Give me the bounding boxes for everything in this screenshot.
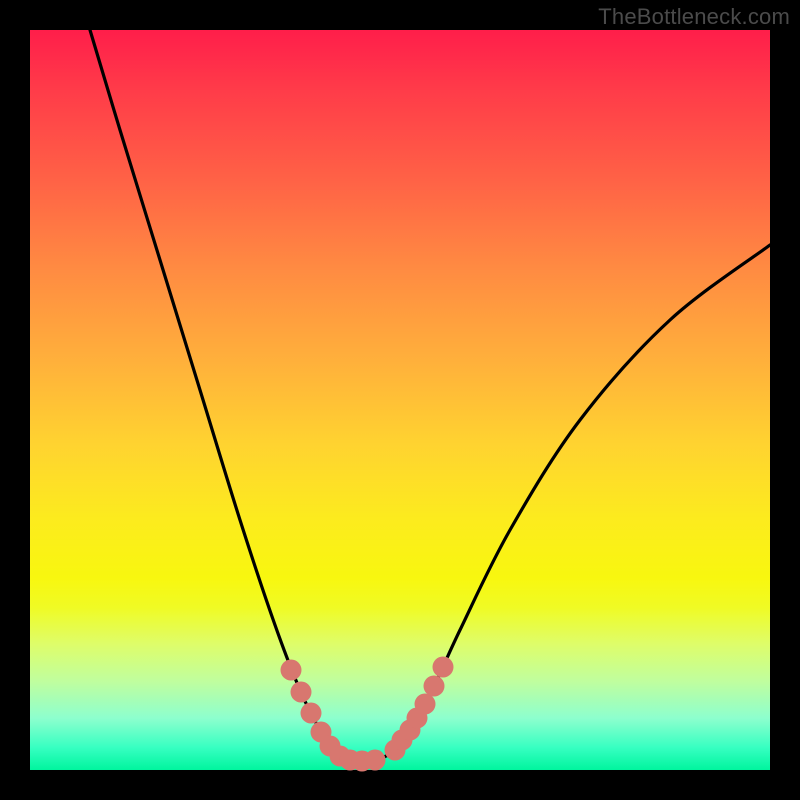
- chart-frame: TheBottleneck.com: [0, 0, 800, 800]
- curve-layer: [30, 30, 770, 770]
- highlight-marker: [365, 750, 386, 771]
- highlight-marker: [281, 660, 302, 681]
- highlight-marker: [424, 676, 445, 697]
- highlight-marker: [301, 703, 322, 724]
- highlight-marker: [415, 694, 436, 715]
- highlight-marker: [291, 682, 312, 703]
- bottleneck-curve: [90, 30, 770, 761]
- plot-area: [30, 30, 770, 770]
- highlight-markers: [281, 657, 454, 772]
- watermark-text: TheBottleneck.com: [598, 4, 790, 30]
- highlight-marker: [433, 657, 454, 678]
